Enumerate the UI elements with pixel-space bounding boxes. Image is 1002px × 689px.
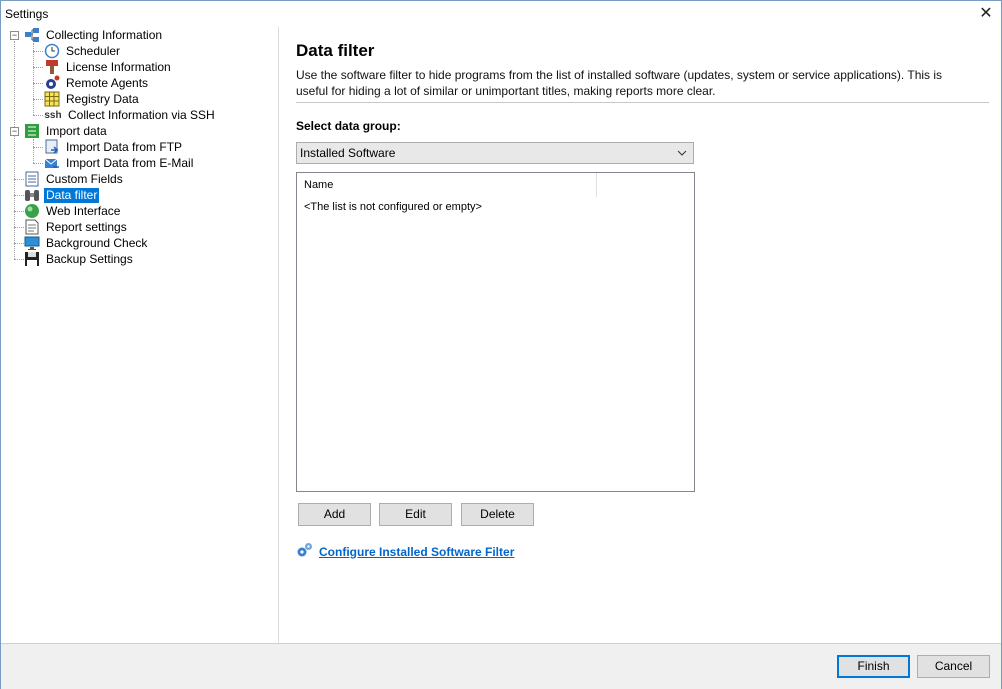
configure-filter-link[interactable]: Configure Installed Software Filter [319,545,514,559]
tree-line [14,227,24,228]
tree-line [14,179,24,180]
import-icon [24,123,40,139]
finish-button[interactable]: Finish [837,655,910,678]
tree-item-label: Scheduler [66,43,121,58]
tree-item-label: Background Check [46,235,148,250]
globe-icon [24,203,40,219]
grid-icon [44,91,60,107]
tree-line [33,51,43,52]
tree-item-remote-agents[interactable]: Remote Agents [44,75,150,91]
tree-item-background-check[interactable]: Background Check [24,235,149,251]
tree-line [33,99,43,100]
ftp-icon [44,139,60,155]
tree-item-collecting-information[interactable]: Collecting Information [24,27,164,43]
tree-line [14,211,24,212]
tree-item-label: Import Data from E-Mail [66,155,194,170]
tree-item-import-ftp[interactable]: Import Data from FTP [44,139,184,155]
tree-item-label: Registry Data [66,91,139,106]
ssh-icon: ssh [44,109,62,121]
tree-line [14,259,24,260]
chevron-down-icon [677,143,687,170]
tree-item-label: Collect Information via SSH [68,107,215,122]
network-icon [24,27,40,43]
tree-line [33,139,34,163]
clock-icon [44,43,60,59]
collapse-toggle[interactable]: − [10,127,19,136]
tree-item-label: Import data [46,123,107,138]
tree-item-label: Web Interface [46,203,121,218]
tree-item-backup-settings[interactable]: Backup Settings [24,251,135,267]
floppy-icon [24,251,40,267]
page-title: Data filter [296,41,375,60]
title-bar: Settings ✕ [1,1,1001,27]
gear-icon [44,75,60,91]
tree-line [33,147,43,148]
tree-item-custom-fields[interactable]: Custom Fields [24,171,125,187]
divider [296,102,989,103]
data-group-value: Installed Software [300,146,396,160]
data-group-label: Select data group: [296,119,401,133]
close-icon[interactable]: ✕ [971,1,1001,27]
settings-window: Settings ✕ − − Collecting Information Sc… [0,0,1002,689]
tree-item-label: Backup Settings [46,251,133,266]
tree-item-import-email[interactable]: Import Data from E-Mail [44,155,195,171]
tree-item-data-filter[interactable]: Data filter [24,187,100,203]
tree-line [33,163,43,164]
tree-line [33,83,43,84]
filter-icon [24,187,40,203]
column-header-name[interactable]: Name [297,173,597,197]
filter-list[interactable]: Name <The list is not configured or empt… [296,172,695,492]
gears-icon [296,542,313,561]
tree-line [33,43,34,115]
tree-item-report-settings[interactable]: Report settings [24,219,129,235]
tree-line [33,115,43,116]
configure-filter-row: Configure Installed Software Filter [296,542,514,561]
tree-item-registry-data[interactable]: Registry Data [44,91,141,107]
settings-tree: − − Collecting Information Scheduler Lic… [1,27,279,643]
report-icon [24,219,40,235]
edit-button[interactable]: Edit [379,503,452,526]
window-title: Settings [5,7,49,21]
data-group-select[interactable]: Installed Software [296,142,694,164]
cancel-button[interactable]: Cancel [917,655,990,678]
collapse-toggle[interactable]: − [10,31,19,40]
add-button[interactable]: Add [298,503,371,526]
tree-item-label: Data filter [44,187,100,203]
delete-button[interactable]: Delete [461,503,534,526]
tree-item-label: Custom Fields [46,171,123,186]
tree-line [33,67,43,68]
tree-item-scheduler[interactable]: Scheduler [44,43,122,59]
tree-line [14,195,24,196]
empty-list-message: <The list is not configured or empty> [304,201,482,213]
tree-item-license-information[interactable]: License Information [44,59,173,75]
email-icon [44,155,60,171]
tree-item-label: Import Data from FTP [66,139,183,154]
tree-item-import-data[interactable]: Import data [24,123,109,139]
footer-bar: Finish Cancel [1,643,1001,689]
tree-item-web-interface[interactable]: Web Interface [24,203,122,219]
tree-item-label: Report settings [46,219,127,234]
tree-item-label: Remote Agents [66,75,149,90]
tree-item-collect-via-ssh[interactable]: ssh Collect Information via SSH [44,107,217,123]
license-icon [44,59,60,75]
list-icon [24,171,40,187]
page-description: Use the software filter to hide programs… [296,68,943,98]
monitor-icon [24,235,40,251]
tree-item-label: License Information [66,59,171,74]
tree-line [14,243,24,244]
tree-item-label: Collecting Information [46,27,163,42]
